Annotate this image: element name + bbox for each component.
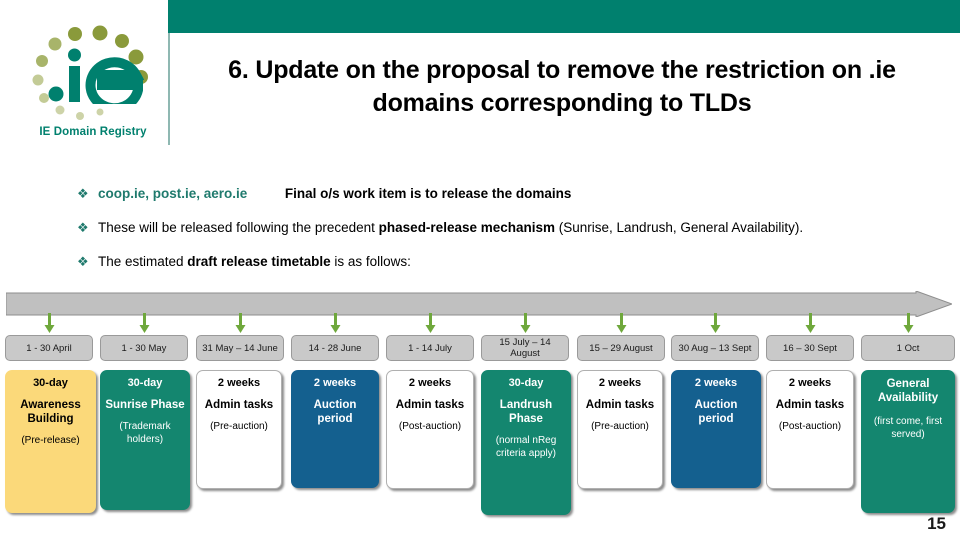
bullet-item-1: ❖ coop.ie, post.ie, aero.ie Final o/s wo… <box>74 186 954 202</box>
phase-note: (Trademark holders) <box>119 421 171 445</box>
phase-note: (first come, first served) <box>873 416 943 440</box>
phase-duration: 2 weeks <box>694 377 738 389</box>
timeline-date-box: 14 - 28 June <box>291 335 379 361</box>
timeline-date-box: 15 – 29 August <box>577 335 665 361</box>
timeline-down-arrow-icon <box>139 313 149 333</box>
phase-name: Landrush Phase <box>499 399 553 425</box>
logo-wordmark-icon <box>48 48 144 104</box>
phase-box: 2 weeks Auction period <box>671 370 761 488</box>
phase-duration: 2 weeks <box>788 377 832 389</box>
phase-name: Admin tasks <box>204 399 274 411</box>
phase-note: (Pre-auction) <box>591 421 649 432</box>
phase-note: (Pre-auction) <box>210 421 268 432</box>
phase-duration: 30-day <box>33 377 68 389</box>
phase-duration: 2 weeks <box>598 377 642 389</box>
diamond-bullet-icon: ❖ <box>77 254 89 269</box>
bullet-2-emphasis: phased-release mechanism <box>378 220 556 235</box>
timeline-date-box: 1 - 14 July <box>386 335 474 361</box>
header-green-band <box>168 0 960 33</box>
diamond-bullet-icon: ❖ <box>77 186 89 201</box>
phase-note: (normal nReg criteria apply) <box>495 435 557 459</box>
phase-name: Admin tasks <box>395 399 465 411</box>
phase-name: General Availability <box>877 378 939 404</box>
timeline-date-box: 1 Oct <box>861 335 955 361</box>
slide-number: 15 <box>927 514 946 533</box>
timeline-date-box: 16 – 30 Sept <box>766 335 854 361</box>
logo-caption: IE Domain Registry <box>39 126 147 138</box>
phase-note: (Pre-release) <box>21 435 80 446</box>
bullet-list: ❖ coop.ie, post.ie, aero.ie Final o/s wo… <box>74 186 954 288</box>
phase-box: 2 weeks Admin tasks (Post-auction) <box>766 370 854 489</box>
timeline-down-arrow-icon <box>616 313 626 333</box>
phase-box: 2 weeks Admin tasks (Pre-auction) <box>577 370 663 489</box>
ie-domain-registry-logo: IE Domain Registry <box>20 22 166 150</box>
timeline-down-arrow-icon <box>235 313 245 333</box>
timeline-down-arrow-icon <box>710 313 720 333</box>
timeline-down-arrow-icon <box>44 313 54 333</box>
timeline-date-box: 31 May – 14 June <box>196 335 284 361</box>
phase-box: 2 weeks Admin tasks (Pre-auction) <box>196 370 282 489</box>
timeline-down-arrow-icon <box>805 313 815 333</box>
phase-duration: 2 weeks <box>313 377 357 389</box>
phase-duration: 2 weeks <box>408 377 452 389</box>
phase-box: 30-day Sunrise Phase (Trademark holders) <box>100 370 190 510</box>
phase-box: 2 weeks Auction period <box>291 370 379 488</box>
timeline-down-arrow-icon <box>330 313 340 333</box>
phase-box: 2 weeks Admin tasks (Post-auction) <box>386 370 474 489</box>
page-title: 6. Update on the proposal to remove the … <box>228 56 896 117</box>
phase-note: (Post-auction) <box>398 421 462 432</box>
phase-name: Awareness Building <box>20 399 81 425</box>
phase-duration: 30-day <box>508 377 544 389</box>
phase-box: 30-day Awareness Building (Pre-release) <box>5 370 96 513</box>
bullet-2-pre: These will be released following the pre… <box>98 220 379 235</box>
bullet-3-pre: The estimated <box>98 254 188 269</box>
bullet-item-2: ❖ These will be released following the p… <box>74 220 954 236</box>
header-vertical-rule <box>168 33 170 145</box>
bullet-3-post: is as follows: <box>330 254 411 269</box>
phase-name: Auction period <box>313 399 357 425</box>
phase-duration: 30-day <box>127 377 163 389</box>
bullet-item-3: ❖ The estimated draft release timetable … <box>74 254 954 270</box>
phase-note: (Post-auction) <box>778 421 842 432</box>
timeline-down-arrow-icon <box>520 313 530 333</box>
phase-duration: 2 weeks <box>217 377 261 389</box>
bullet-1-domains: coop.ie, post.ie, aero.ie <box>98 186 248 201</box>
timeline-date-box: 1 - 30 May <box>100 335 188 361</box>
phase-box: 30-day Landrush Phase (normal nReg criteri… <box>481 370 571 515</box>
timeline-down-arrow-icon <box>425 313 435 333</box>
diamond-bullet-icon: ❖ <box>77 220 89 235</box>
phase-box: General Availability (first come, first s… <box>861 370 955 513</box>
phase-name: Admin tasks <box>775 399 845 411</box>
phase-name: Auction period <box>694 399 738 425</box>
phase-name: Admin tasks <box>585 399 655 411</box>
bullet-2-post: (Sunrise, Landrush, General Availability… <box>555 220 804 235</box>
timeline-date-box: 15 July – 14 August <box>481 335 569 361</box>
phase-name: Sunrise Phase <box>105 399 185 411</box>
timeline-down-arrow-icon <box>903 313 913 333</box>
timeline-date-box: 1 - 30 April <box>5 335 93 361</box>
bullet-1-statement: Final o/s work item is to release the do… <box>284 186 572 201</box>
timeline-date-box: 30 Aug – 13 Sept <box>671 335 759 361</box>
bullet-3-emphasis: draft release timetable <box>187 254 331 269</box>
